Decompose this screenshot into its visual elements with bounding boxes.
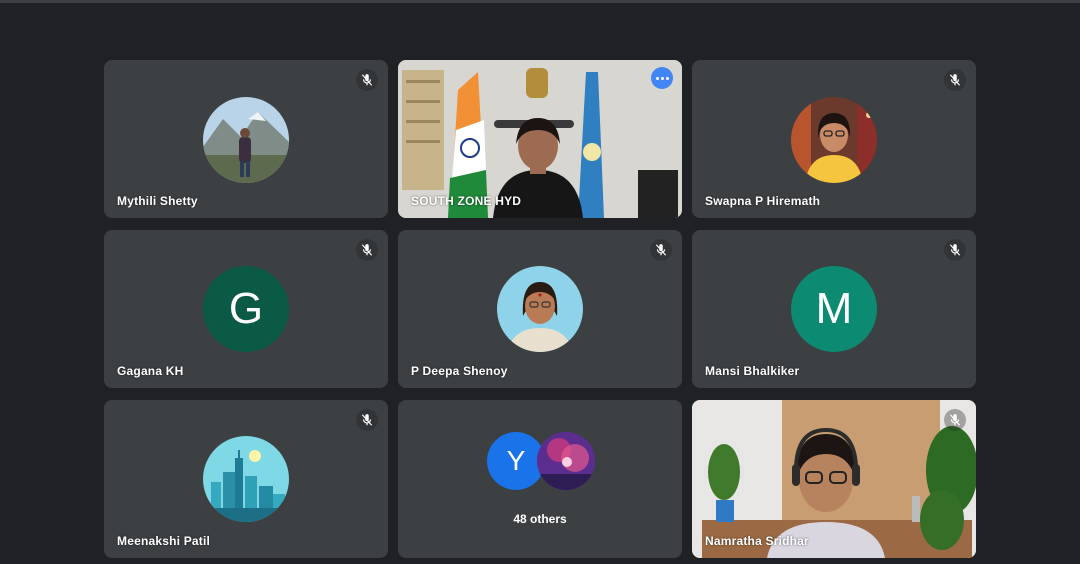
mic-off-icon	[650, 239, 672, 261]
participant-tile-mansi-bhalkiker[interactable]: M Mansi Bhalkiker	[692, 230, 976, 388]
participant-name: Gagana KH	[117, 364, 184, 378]
avatar-photo	[497, 266, 583, 352]
more-options-button[interactable]	[651, 67, 673, 89]
avatar-photo	[203, 97, 289, 183]
participant-tile-south-zone-hyd[interactable]: SOUTH ZONE HYD	[398, 60, 682, 218]
participant-tile-gagana-kh[interactable]: G Gagana KH	[104, 230, 388, 388]
avatar-initial: M	[791, 266, 877, 352]
participant-tile-p-deepa-shenoy[interactable]: P Deepa Shenoy	[398, 230, 682, 388]
avatar-photo	[537, 432, 595, 490]
participant-name: Namratha Sridhar	[705, 534, 809, 548]
participant-name: Meenakshi Patil	[117, 534, 211, 548]
window-top-border	[0, 0, 1080, 3]
participant-name: P Deepa Shenoy	[411, 364, 508, 378]
participant-name: Swapna P Hiremath	[705, 194, 821, 208]
mic-off-icon	[356, 409, 378, 431]
others-tile[interactable]: Y 48 others	[398, 400, 682, 558]
more-dots-icon	[655, 76, 669, 80]
participant-name: SOUTH ZONE HYD	[411, 194, 522, 208]
participant-tile-swapna-p-hiremath[interactable]: Swapna P Hiremath	[692, 60, 976, 218]
mic-off-icon	[356, 239, 378, 261]
participant-name: Mythili Shetty	[117, 194, 198, 208]
mic-off-icon	[944, 239, 966, 261]
others-count-label: 48 others	[513, 512, 567, 526]
avatar-initial: G	[203, 266, 289, 352]
avatar-photo	[791, 97, 877, 183]
participant-tile-meenakshi-patil[interactable]: Meenakshi Patil	[104, 400, 388, 558]
mic-off-icon	[944, 409, 966, 431]
participant-tile-namratha-sridhar[interactable]: Namratha Sridhar	[692, 400, 976, 558]
participant-name: Mansi Bhalkiker	[705, 364, 800, 378]
mic-off-icon	[356, 69, 378, 91]
avatar-city-illustration	[203, 436, 289, 522]
participant-tile-mythili-shetty[interactable]: Mythili Shetty	[104, 60, 388, 218]
mic-off-icon	[944, 69, 966, 91]
